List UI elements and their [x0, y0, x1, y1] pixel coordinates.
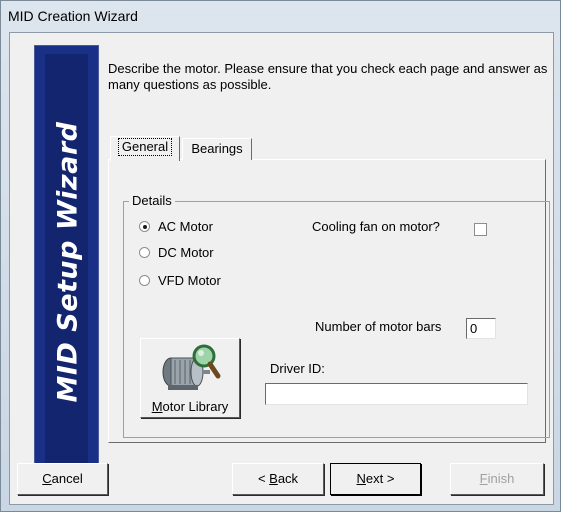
radio-button[interactable]	[139, 275, 150, 286]
back-button[interactable]: < Back	[232, 463, 324, 495]
radio-vfd-motor-label: VFD Motor	[158, 273, 221, 288]
motor-library-button[interactable]: Motor Library	[140, 338, 240, 418]
details-group-title: Details	[129, 193, 175, 208]
cooling-fan-label: Cooling fan on motor?	[312, 219, 440, 234]
page-description: Describe the motor. Please ensure that y…	[108, 61, 548, 92]
next-button[interactable]: Next >	[330, 463, 421, 495]
wizard-window: MID Creation Wizard MID Setup Wizard Des…	[0, 0, 561, 512]
tab-bearings[interactable]: Bearings	[182, 138, 252, 160]
motor-library-label: Motor Library	[151, 399, 229, 414]
tab-general-label: General	[117, 138, 173, 156]
motor-bars-label: Number of motor bars	[315, 319, 442, 334]
tab-general[interactable]: General	[110, 136, 180, 161]
wizard-client-area: MID Setup Wizard Describe the motor. Ple…	[9, 32, 554, 505]
cancel-button[interactable]: Cancel	[17, 463, 108, 495]
driver-id-label: Driver ID:	[270, 361, 325, 376]
radio-dc-motor-label: DC Motor	[158, 245, 214, 260]
window-title: MID Creation Wizard	[8, 8, 138, 24]
tab-bearings-label: Bearings	[191, 141, 243, 156]
radio-button[interactable]	[139, 247, 150, 258]
radio-ac-motor-label: AC Motor	[158, 219, 213, 234]
cooling-fan-checkbox[interactable]	[474, 223, 487, 236]
wizard-banner: MID Setup Wizard	[34, 45, 99, 480]
radio-button[interactable]	[139, 221, 150, 232]
motor-bars-input[interactable]	[466, 318, 496, 339]
driver-id-input[interactable]	[265, 383, 528, 405]
title-bar[interactable]: MID Creation Wizard	[1, 1, 560, 31]
radio-selected-dot	[143, 225, 147, 229]
motor-with-magnifier-icon	[162, 344, 221, 390]
banner-text: MID Setup Wizard	[52, 121, 84, 403]
finish-button[interactable]: Finish	[450, 463, 544, 495]
